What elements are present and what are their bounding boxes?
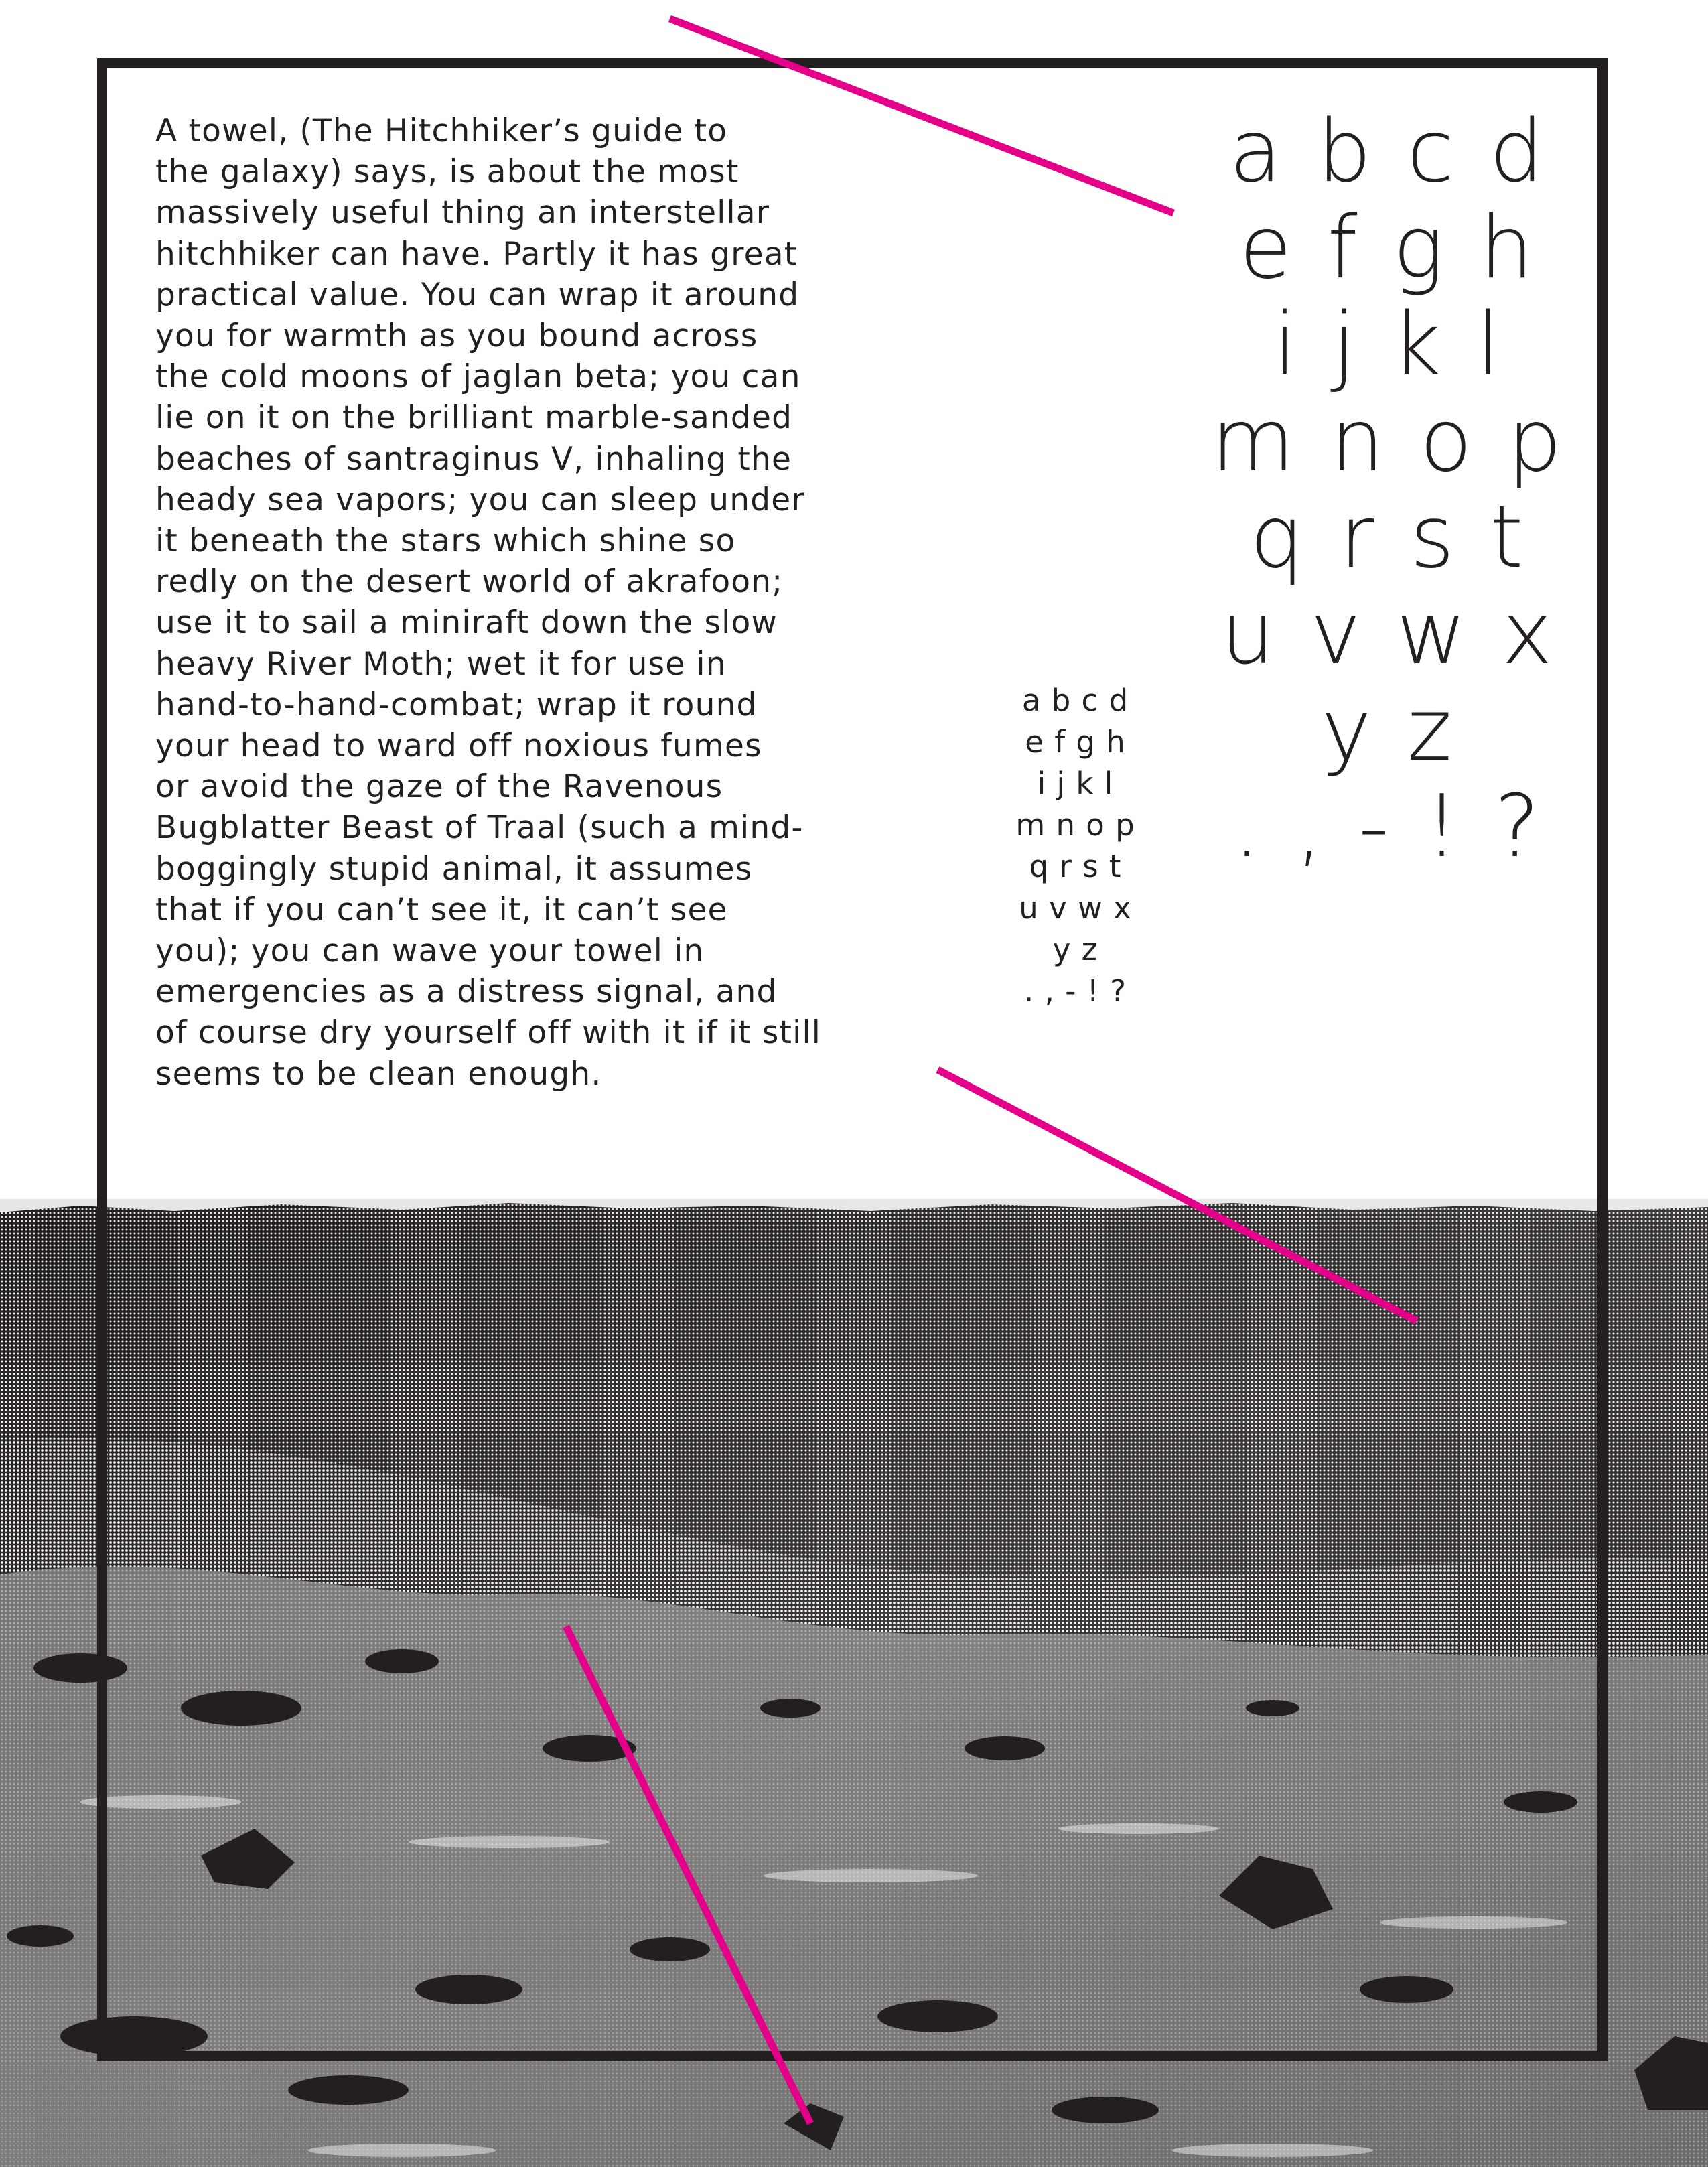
specimen-row: q r s t [1029, 849, 1121, 884]
specimen-row: . , - ! ? [1233, 777, 1540, 877]
body-text-line: your head to ward off noxious fumes [155, 727, 762, 765]
body-text-line: seems to be clean enough. [155, 1055, 602, 1093]
body-text-line: massively useful thing an interstellar [155, 194, 770, 232]
body-text-line: the galaxy) says, is about the most [155, 153, 739, 191]
body-text-line: Bugblatter Beast of Traal (such a mind- [155, 809, 804, 847]
body-text-line: redly on the desert world of akrafoon; [155, 563, 784, 601]
body-text-line: you); you can wave your towel in [155, 932, 705, 970]
poster-page: A towel, (The Hitchhiker’s guide to the … [0, 0, 1708, 2167]
body-text-line: lie on it on the brilliant marble-sanded [155, 399, 793, 437]
body-text-line: the cold moons of jaglan beta; you can [155, 358, 801, 396]
body-text-line: that if you can’t see it, it can’t see [155, 891, 728, 928]
body-text-line: practical value. You can wrap it around [155, 276, 800, 313]
specimen-row: u v w x [1220, 584, 1553, 684]
specimen-row: m n o p [1211, 391, 1562, 491]
large-alphabet-specimen: a b c d e f g h i j k l m n o p q r s t … [1192, 104, 1581, 876]
specimen-row: e f g h [1239, 198, 1534, 298]
specimen-row: u v w x [1019, 890, 1131, 926]
body-text-line: heady sea vapors; you can sleep under [155, 481, 805, 518]
specimen-row: i j k l [1273, 295, 1500, 395]
specimen-row: m n o p [1015, 807, 1135, 843]
specimen-row: i j k l [1037, 766, 1113, 801]
specimen-row: e f g h [1025, 724, 1125, 760]
towel-quote-paragraph: A towel, (The Hitchhiker’s guide to the … [155, 111, 865, 1095]
body-text-line: you for warmth as you bound across [155, 318, 758, 355]
body-text-line: A towel, (The Hitchhiker’s guide to [155, 113, 728, 149]
specimen-row: y z [1321, 681, 1452, 780]
body-text-line: beaches of santraginus V, inhaling the [155, 440, 792, 478]
specimen-row: . , - ! ? [1024, 973, 1126, 1009]
body-text-line: heavy River Moth; wet it for use in [155, 645, 727, 683]
body-text-line: or avoid the gaze of the Ravenous [155, 768, 723, 806]
specimen-row: a b c d [1021, 683, 1129, 718]
body-text-line: it beneath the stars which shine so [155, 522, 736, 560]
body-text-line: use it to sail a miniraft down the slow [155, 604, 778, 642]
specimen-row: q r s t [1249, 488, 1524, 587]
body-text-line: of course dry yourself off with it if it… [155, 1014, 821, 1052]
body-text-line: hand-to-hand-combat; wrap it round [155, 686, 758, 723]
specimen-row: y z [1052, 932, 1098, 967]
body-text-line: hitchhiker can have. Partly it has great [155, 235, 798, 273]
body-text-line: emergencies as a distress signal, and [155, 973, 778, 1011]
body-text-line: boggingly stupid animal, it assumes [155, 850, 753, 888]
small-alphabet-specimen: a b c d e f g h i j k l m n o p q r s t … [965, 680, 1186, 1012]
specimen-row: a b c d [1229, 102, 1544, 202]
